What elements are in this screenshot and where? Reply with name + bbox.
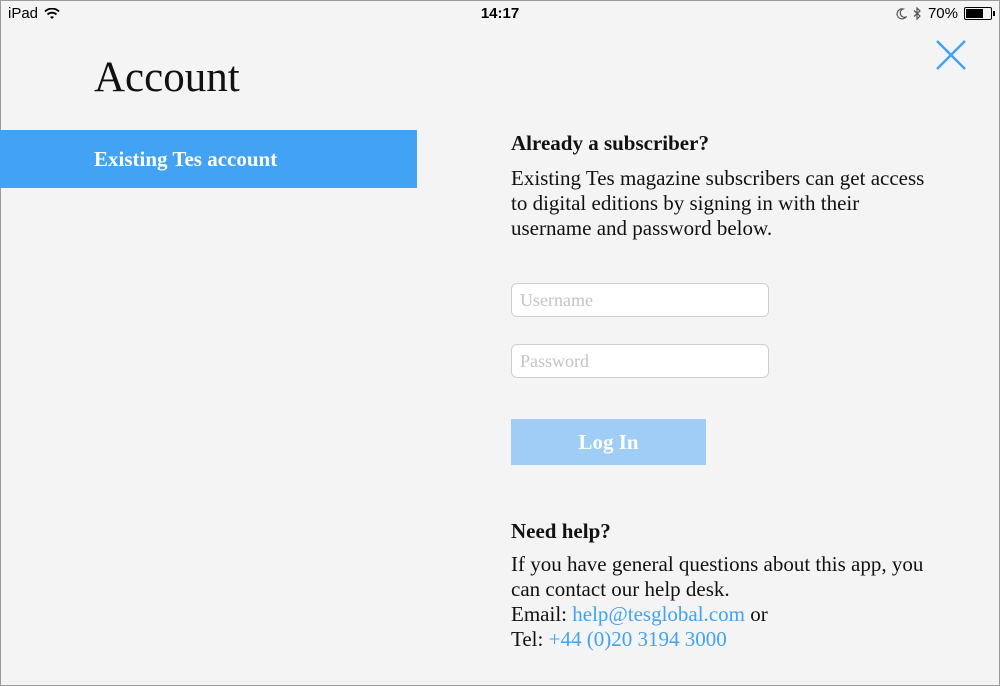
- battery-icon: [964, 7, 995, 20]
- email-link[interactable]: help@tesglobal.com: [572, 602, 745, 626]
- help-description: If you have general questions about this…: [511, 552, 924, 601]
- tel-label: Tel:: [511, 627, 549, 651]
- login-description: Existing Tes magazine subscribers can ge…: [511, 166, 925, 240]
- battery-percent: 70%: [927, 5, 958, 22]
- close-icon[interactable]: [934, 38, 968, 72]
- login-button[interactable]: Log In: [511, 419, 706, 465]
- sidebar: Existing Tes account: [0, 130, 417, 188]
- tel-link[interactable]: +44 (0)20 3194 3000: [549, 627, 727, 651]
- username-wrapper: [511, 283, 771, 317]
- login-heading: Already a subscriber?: [511, 131, 709, 155]
- sidebar-item-label: Existing Tes account: [94, 147, 278, 171]
- bluetooth-icon: [913, 7, 921, 20]
- email-label: Email:: [511, 602, 573, 626]
- password-wrapper: [511, 344, 771, 378]
- login-panel: Already a subscriber? Existing Tes magaz…: [511, 128, 931, 651]
- password-input[interactable]: [511, 344, 769, 378]
- sidebar-item-existing-tes-account[interactable]: Existing Tes account: [0, 130, 417, 188]
- moon-icon: [896, 7, 907, 19]
- username-input[interactable]: [511, 283, 769, 317]
- page-title: Account: [94, 54, 240, 101]
- email-suffix: or: [744, 602, 768, 626]
- help-heading: Need help?: [511, 519, 611, 543]
- status-time: 14:17: [480, 5, 520, 22]
- help-section: Need help? If you have general questions…: [511, 516, 931, 652]
- status-bar: iPad 14:17 70%: [0, 0, 1000, 28]
- battery-fill: [966, 9, 983, 18]
- close-button[interactable]: [934, 38, 968, 72]
- help-text: If you have general questions about this…: [511, 552, 931, 652]
- status-right: 70%: [896, 5, 995, 22]
